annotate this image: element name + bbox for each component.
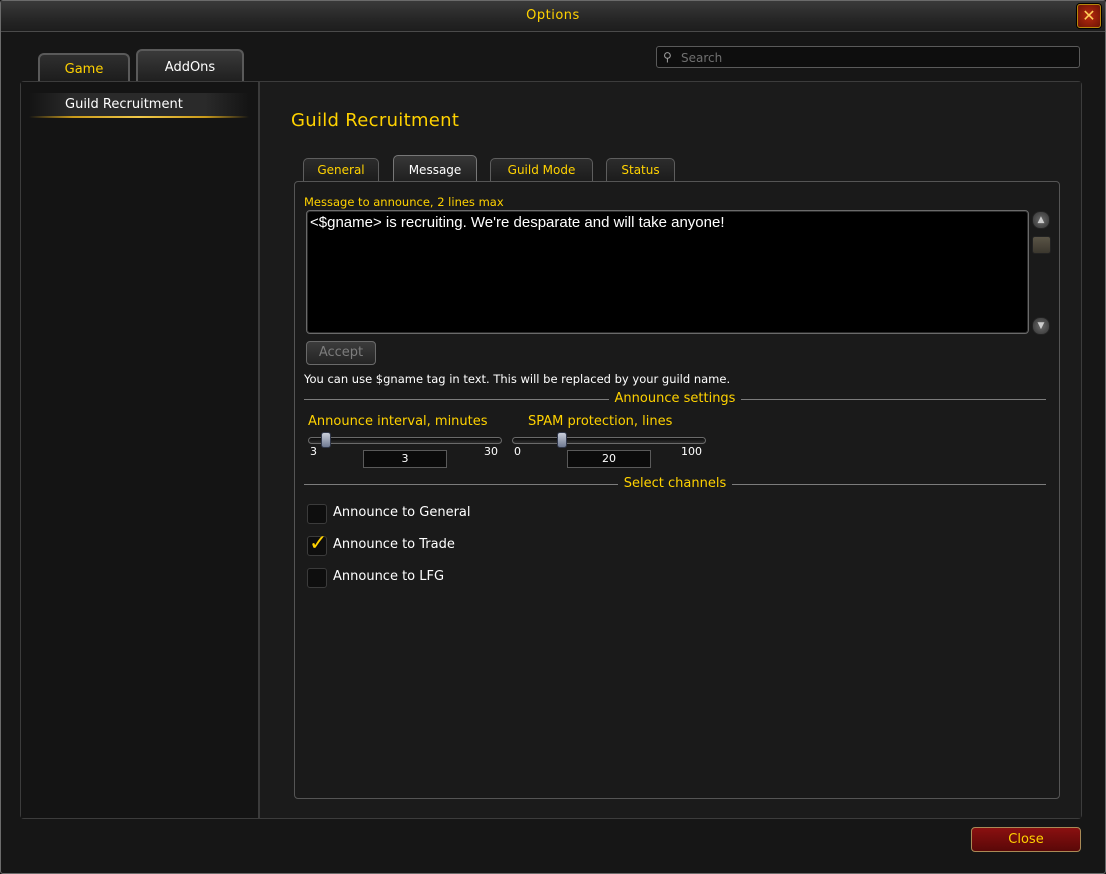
close-icon[interactable]: ✕ — [1077, 4, 1101, 28]
channel-trade-label: Announce to Trade — [333, 537, 455, 552]
options-frame: Guild Recruitment Guild Recruitment Gene… — [20, 81, 1082, 819]
scroll-up-icon[interactable]: ▲ — [1032, 211, 1050, 229]
channel-general-checkbox[interactable] — [307, 504, 327, 524]
page-title: Guild Recruitment — [291, 110, 460, 131]
select-channels-title: Select channels — [617, 476, 733, 491]
interval-min: 3 — [310, 445, 317, 458]
spam-label: SPAM protection, lines — [528, 414, 673, 429]
interval-slider[interactable] — [308, 432, 502, 448]
interval-label: Announce interval, minutes — [308, 414, 488, 429]
title-bar[interactable]: Options ✕ — [1, 1, 1105, 32]
tab-message[interactable]: Message — [393, 155, 477, 182]
gname-hint: You can use $gname tag in text. This wil… — [304, 372, 731, 386]
checkmark-icon: ✓ — [309, 531, 328, 556]
tab-addons[interactable]: AddOns — [136, 49, 244, 83]
message-panel: Message to announce, 2 lines max <$gname… — [294, 181, 1060, 799]
announce-settings-title: Announce settings — [608, 391, 742, 406]
interval-value-field[interactable]: 3 — [363, 450, 447, 468]
window-title: Options — [526, 8, 580, 23]
interval-max: 30 — [484, 445, 498, 458]
sidebar-item-guild-recruitment[interactable]: Guild Recruitment — [29, 93, 249, 118]
spam-max: 100 — [681, 445, 702, 458]
tab-status[interactable]: Status — [606, 158, 675, 181]
close-button[interactable]: Close — [971, 827, 1081, 852]
settings-content: Guild Recruitment General Message Guild … — [260, 82, 1081, 818]
options-window: Options ✕ Game AddOns ⚲ Guild Recruitmen… — [0, 0, 1106, 874]
announce-settings-header: Announce settings — [304, 391, 1046, 407]
tab-guild-mode[interactable]: Guild Mode — [490, 158, 593, 181]
tab-game[interactable]: Game — [38, 53, 130, 83]
interval-slider-thumb[interactable] — [321, 432, 331, 448]
accept-button[interactable]: Accept — [306, 341, 376, 365]
spam-min: 0 — [514, 445, 521, 458]
message-box: <$gname> is recruiting. We're desparate … — [306, 210, 1029, 334]
select-channels-header: Select channels — [304, 476, 1046, 492]
search-input[interactable] — [679, 48, 1073, 67]
category-sidebar: Guild Recruitment — [21, 82, 260, 818]
channel-trade-checkbox[interactable]: ✓ — [307, 531, 327, 556]
message-label: Message to announce, 2 lines max — [304, 195, 504, 209]
scrollbar-thumb[interactable] — [1032, 236, 1051, 254]
spam-value-field[interactable]: 20 — [567, 450, 651, 468]
tab-general[interactable]: General — [303, 158, 379, 181]
scroll-down-icon[interactable]: ▼ — [1032, 317, 1050, 335]
search-icon: ⚲ — [663, 50, 672, 64]
channel-lfg-label: Announce to LFG — [333, 569, 445, 584]
channel-lfg-checkbox[interactable] — [307, 568, 327, 588]
search-box[interactable]: ⚲ — [656, 46, 1080, 68]
spam-slider[interactable] — [512, 432, 706, 448]
message-textarea[interactable]: <$gname> is recruiting. We're desparate … — [310, 214, 1022, 326]
channel-general-label: Announce to General — [333, 505, 471, 520]
spam-slider-thumb[interactable] — [557, 432, 567, 448]
